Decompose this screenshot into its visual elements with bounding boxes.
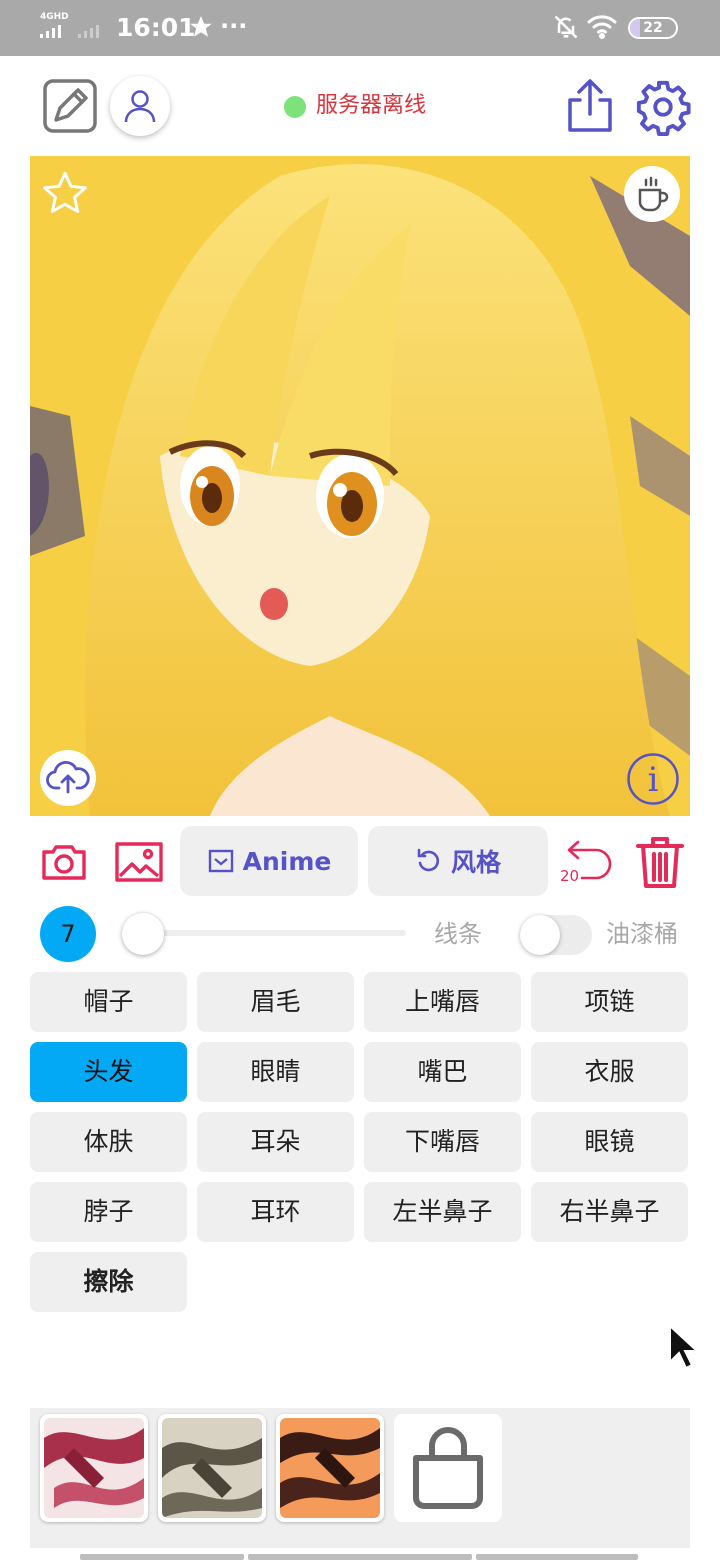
- part-button[interactable]: 下嘴唇: [364, 1112, 521, 1172]
- part-button[interactable]: 上嘴唇: [364, 972, 521, 1032]
- part-button[interactable]: 耳环: [197, 1182, 354, 1242]
- part-button[interactable]: 耳朵: [197, 1112, 354, 1172]
- style-swatch-gray[interactable]: [158, 1414, 266, 1522]
- brush-size-slider[interactable]: [140, 930, 406, 936]
- part-selector-grid: 帽子 眉毛 上嘴唇 项链头发 眼睛 嘴巴 衣服体肤 耳朵 下嘴唇 眼镜脖子 耳环 左半鼻子 右半鼻子擦除: [30, 972, 690, 1312]
- part-button[interactable]: 左半鼻子: [364, 1182, 521, 1242]
- part-button[interactable]: 擦除: [30, 1252, 187, 1312]
- part-button[interactable]: 头发: [30, 1042, 187, 1102]
- style-button-content: 风格: [368, 826, 548, 896]
- signal-icon: [40, 25, 99, 38]
- refresh-icon: [417, 848, 440, 872]
- part-button[interactable]: 项链: [531, 972, 688, 1032]
- gallery-icon[interactable]: [114, 838, 164, 886]
- brush-size-indicator: 7: [40, 906, 96, 962]
- style-swatch-orange-image: [280, 1418, 380, 1518]
- clock: 16:01: [116, 13, 196, 42]
- style-button[interactable]: 风格: [368, 826, 548, 896]
- anime-canvas[interactable]: [30, 156, 690, 816]
- coffee-cup-button[interactable]: [624, 166, 680, 222]
- anime-mode-button[interactable]: Anime: [180, 826, 358, 896]
- share-icon[interactable]: [564, 78, 616, 134]
- anime-button-label: Anime: [242, 846, 332, 876]
- part-button[interactable]: 帽子: [30, 972, 187, 1032]
- battery-text: 22: [643, 20, 663, 36]
- server-status-dot: [284, 96, 306, 118]
- part-button[interactable]: 右半鼻子: [531, 1182, 688, 1242]
- trash-icon[interactable]: [632, 834, 688, 890]
- part-button[interactable]: 衣服: [531, 1042, 688, 1102]
- shopping-bag-icon: [413, 1427, 483, 1509]
- anime-button-content: Anime: [180, 826, 358, 896]
- star-icon: [190, 16, 212, 37]
- info-icon: i: [627, 753, 679, 805]
- part-button[interactable]: 脖子: [30, 1182, 187, 1242]
- style-button-label: 风格: [450, 848, 501, 877]
- part-button[interactable]: 眼睛: [197, 1042, 354, 1102]
- edit-icon[interactable]: [42, 78, 98, 134]
- bucket-label: 油漆桶: [606, 920, 678, 948]
- cloud-upload-icon: [46, 760, 90, 794]
- undo-count: 20: [560, 867, 580, 885]
- star-outline-icon[interactable]: [40, 168, 90, 218]
- user-button[interactable]: [110, 76, 170, 136]
- style-swatch-red[interactable]: [40, 1414, 148, 1522]
- brush-size-slider-thumb[interactable]: [122, 913, 164, 955]
- mouse-cursor-icon: [669, 1324, 700, 1370]
- part-button[interactable]: 眼镜: [531, 1112, 688, 1172]
- bell-off-icon: [554, 15, 578, 39]
- camera-icon[interactable]: [40, 838, 88, 886]
- app-header: 服务器离线: [0, 56, 720, 156]
- scroll-indicator-3: [476, 1554, 638, 1560]
- scroll-indicator-1: [80, 1554, 244, 1560]
- coffee-cup-icon: [638, 176, 669, 212]
- status-bar: 4GHD 16:01 ··· 22: [0, 0, 720, 56]
- scroll-indicator-2: [248, 1554, 472, 1560]
- info-glyph: i: [648, 760, 659, 800]
- part-button[interactable]: 眉毛: [197, 972, 354, 1032]
- cloud-upload-button[interactable]: [40, 750, 96, 806]
- wifi-icon: [587, 15, 617, 39]
- info-button[interactable]: i: [626, 752, 680, 806]
- battery-icon: 22: [628, 17, 678, 39]
- style-swatch-red-image: [44, 1418, 144, 1518]
- more-dots-icon: ···: [220, 12, 248, 40]
- style-shop-button[interactable]: [394, 1414, 502, 1522]
- lines-label: 线条: [434, 920, 482, 948]
- network-type: 4GHD: [40, 12, 69, 22]
- bucket-toggle-thumb[interactable]: [520, 915, 560, 955]
- style-swatch-orange[interactable]: [276, 1414, 384, 1522]
- mail-box-icon: [208, 849, 233, 873]
- part-button[interactable]: 嘴巴: [364, 1042, 521, 1102]
- style-swatch-gray-image: [162, 1418, 262, 1518]
- user-icon: [124, 90, 156, 123]
- generated-anime-portrait: [30, 156, 690, 816]
- server-status-label: 服务器离线: [316, 93, 427, 118]
- settings-gear-icon[interactable]: [634, 78, 692, 136]
- part-button[interactable]: 体肤: [30, 1112, 187, 1172]
